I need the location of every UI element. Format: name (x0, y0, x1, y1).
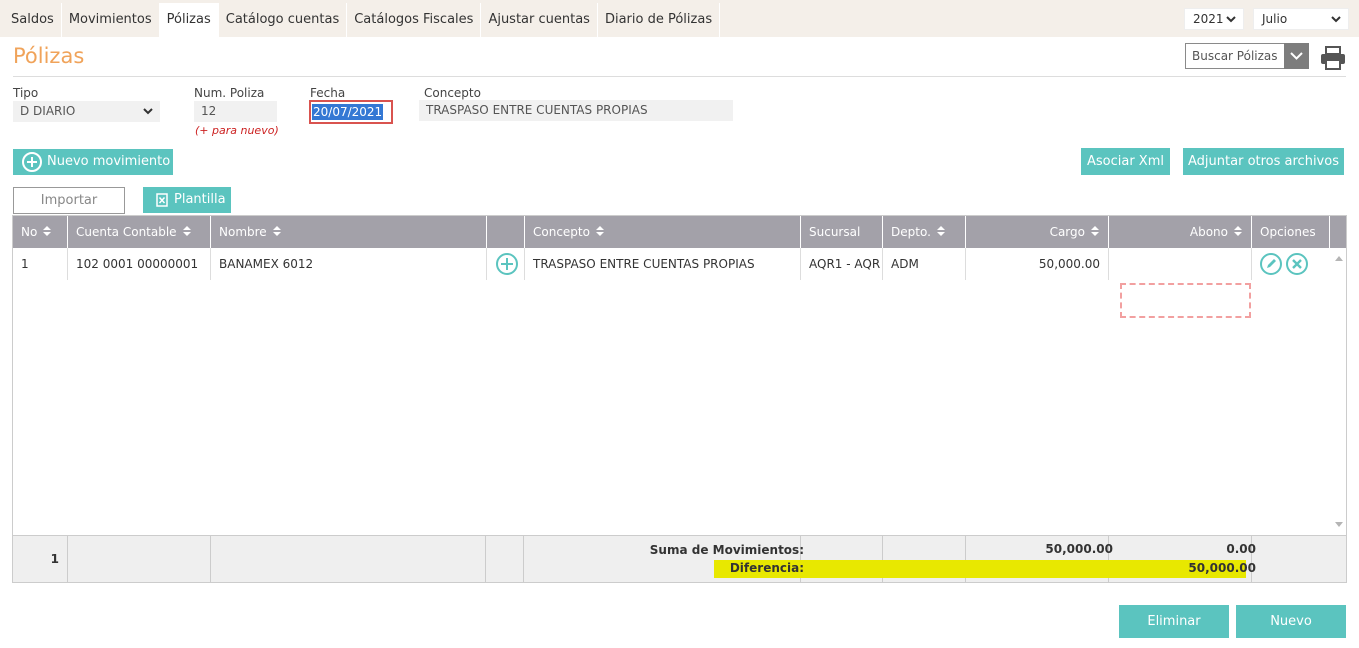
concepto-input[interactable]: TRASPASO ENTRE CUENTAS PROPIAS (419, 100, 733, 121)
plus-circle-icon (22, 152, 42, 172)
chevron-down-icon (1225, 9, 1237, 29)
col-concepto-label: Concepto (533, 225, 590, 239)
cell-nombre: BANAMEX 6012 (211, 248, 487, 280)
tipo-label: Tipo (13, 86, 39, 100)
chevron-down-icon (1330, 9, 1342, 29)
cell-abono (1109, 248, 1252, 280)
tab-catalogo-cuentas[interactable]: Catálogo cuentas (219, 3, 348, 37)
diferencia-abono: 50,000.00 (1188, 561, 1256, 575)
plantilla-button[interactable]: Plantilla (143, 187, 231, 213)
importar-button[interactable]: Importar (13, 187, 125, 214)
tipo-select[interactable]: D DIARIO (13, 101, 160, 122)
col-no-label: No (21, 225, 38, 239)
num-poliza-input[interactable]: 12 (194, 101, 277, 122)
sort-icon (42, 217, 52, 249)
sort-icon (1233, 217, 1243, 249)
nuevo-button[interactable]: Nuevo (1236, 605, 1346, 638)
tab-diario-polizas[interactable]: Diario de Pólizas (598, 3, 721, 37)
search-placeholder: Buscar Pólizas (1192, 49, 1278, 63)
col-cargo[interactable]: Cargo (966, 216, 1109, 248)
cell-no: 1 (13, 248, 68, 280)
col-opciones: Opciones (1252, 216, 1330, 248)
drop-target-outline (1120, 283, 1251, 318)
footer-cell (211, 536, 486, 583)
col-abono[interactable]: Abono (1109, 216, 1252, 248)
month-select[interactable]: Julio (1253, 8, 1349, 30)
chevron-down-icon (143, 108, 153, 115)
col-sucursal[interactable]: Sucursal (801, 216, 883, 268)
page-title: Pólizas (13, 44, 85, 68)
col-nombre[interactable]: Nombre (211, 216, 487, 248)
col-nombre-label: Nombre (219, 225, 267, 239)
printer-icon[interactable] (1320, 45, 1346, 74)
add-circle-icon[interactable] (496, 253, 518, 275)
sort-icon (595, 217, 605, 249)
footer-cell-count: 1 (13, 536, 68, 583)
tab-catalogos-fiscales[interactable]: Catálogos Fiscales (347, 3, 482, 37)
col-abono-label: Abono (1189, 225, 1228, 239)
diferencia-label: Diferencia: (729, 561, 804, 575)
cell-cuenta: 102 0001 00000001 (68, 248, 211, 280)
col-cargo-label: Cargo (1049, 225, 1085, 239)
col-add (487, 216, 525, 248)
col-cuenta[interactable]: Cuenta Contable (68, 216, 211, 248)
month-value: Julio (1262, 12, 1288, 26)
fecha-input[interactable]: 20/07/2021 (309, 100, 393, 124)
excel-file-icon (156, 193, 168, 207)
cell-concepto: TRASPASO ENTRE CUENTAS PROPIAS (525, 248, 801, 280)
table-header: No Cuenta Contable Nombre Concepto Sucur… (13, 216, 1346, 268)
cell-cargo: 50,000.00 (966, 248, 1109, 280)
col-no[interactable]: No (13, 216, 68, 248)
movimientos-table: No Cuenta Contable Nombre Concepto Sucur… (12, 215, 1347, 583)
num-poliza-label: Num. Poliza (194, 86, 265, 100)
search-dropdown-button[interactable] (1284, 43, 1309, 69)
fecha-value: 20/07/2021 (312, 104, 384, 120)
edit-icon[interactable] (1260, 253, 1282, 275)
cell-opciones (1252, 248, 1330, 280)
cell-add (487, 248, 525, 280)
tab-ajustar-cuentas[interactable]: Ajustar cuentas (481, 3, 598, 37)
col-depto[interactable]: Depto. (883, 216, 966, 248)
col-concepto[interactable]: Concepto (525, 216, 801, 248)
tab-movimientos[interactable]: Movimientos (62, 3, 160, 37)
suma-label: Suma de Movimientos: (649, 543, 804, 557)
table-footer: 1 Suma de Movimientos: 50,000.00 0.00 Di… (13, 535, 1346, 583)
sort-icon (1090, 217, 1100, 249)
suma-abono: 0.00 (1226, 542, 1256, 556)
plantilla-label: Plantilla (174, 192, 226, 207)
year-value: 2021 (1193, 12, 1224, 26)
delete-icon[interactable] (1286, 253, 1308, 275)
col-sucursal-label: Sucursal (809, 225, 861, 239)
tab-bar: Saldos Movimientos Pólizas Catálogo cuen… (4, 3, 721, 37)
top-nav: Saldos Movimientos Pólizas Catálogo cuen… (0, 0, 1359, 37)
col-opciones-label: Opciones (1260, 225, 1316, 239)
vertical-scrollbar[interactable] (1332, 248, 1346, 535)
asociar-xml-button[interactable]: Asociar Xml (1081, 148, 1170, 175)
chevron-down-icon (1290, 52, 1303, 60)
suma-cargo: 50,000.00 (1045, 542, 1113, 556)
col-cuenta-label: Cuenta Contable (76, 225, 177, 239)
sort-icon (272, 217, 282, 249)
title-divider (13, 76, 1346, 77)
fecha-label: Fecha (310, 86, 346, 100)
year-select[interactable]: 2021 (1184, 8, 1244, 30)
search-polizas[interactable]: Buscar Pólizas (1185, 43, 1309, 69)
tab-polizas[interactable]: Pólizas (159, 3, 219, 37)
footer-count: 1 (50, 552, 59, 566)
footer-cell (68, 536, 211, 583)
col-depto-label: Depto. (891, 225, 931, 239)
nuevo-movimiento-button[interactable]: Nuevo movimiento (13, 149, 173, 175)
adjuntar-archivos-button[interactable]: Adjuntar otros archivos (1183, 148, 1344, 175)
num-poliza-hint: (+ para nuevo) (195, 124, 279, 137)
eliminar-button[interactable]: Eliminar (1119, 605, 1229, 638)
concepto-label: Concepto (424, 86, 481, 100)
sort-icon (936, 217, 946, 249)
cell-sucursal: AQR1 - AQR (801, 248, 883, 280)
footer-cell (486, 536, 524, 583)
tipo-value: D DIARIO (20, 104, 76, 118)
cell-depto: ADM (883, 248, 966, 280)
tab-saldos[interactable]: Saldos (4, 3, 62, 37)
nuevo-movimiento-label: Nuevo movimiento (47, 154, 171, 169)
sort-icon (182, 217, 192, 249)
